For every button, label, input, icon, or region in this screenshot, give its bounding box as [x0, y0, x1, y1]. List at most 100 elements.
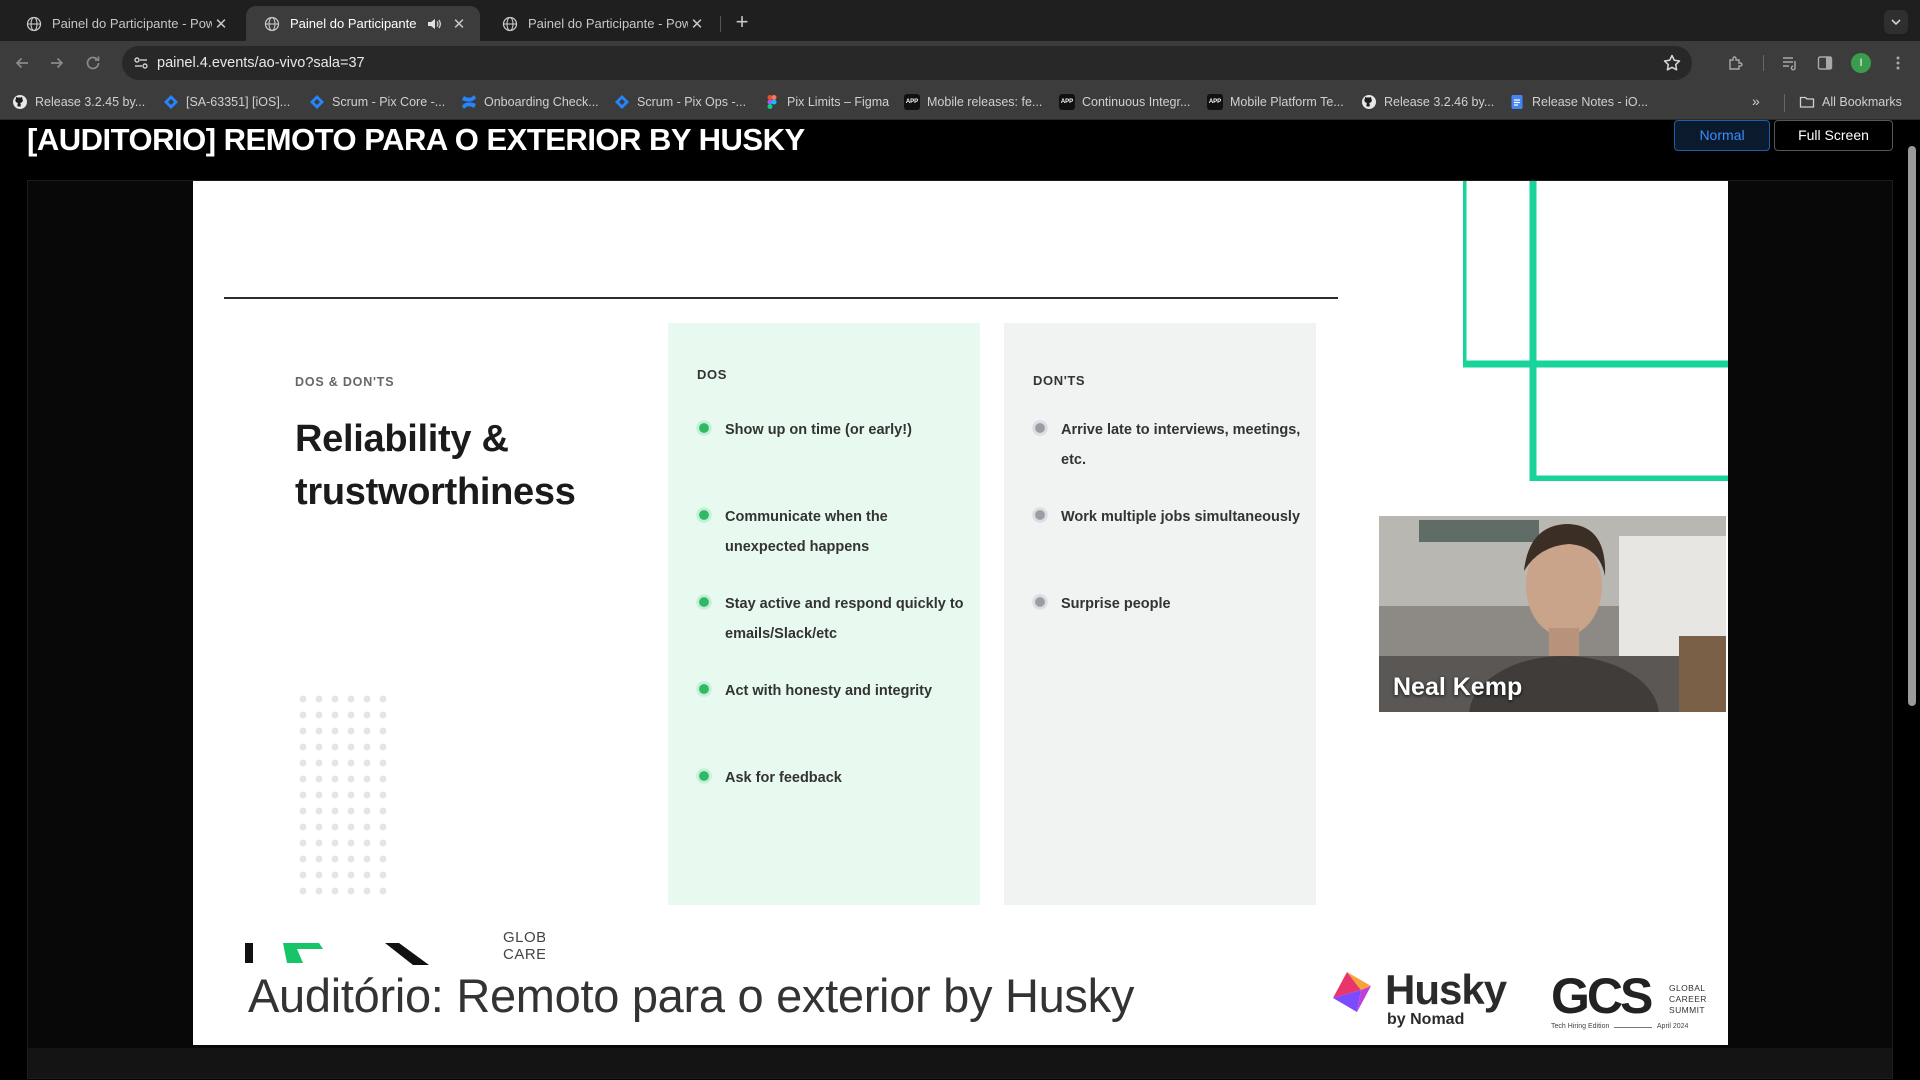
donts-title: DON'TS [1033, 373, 1086, 388]
bookmarks-divider [1784, 94, 1785, 112]
speaker-webcam: Neal Kemp [1379, 516, 1726, 712]
bookmark-item[interactable]: Scrum - Pix Core -... [309, 92, 445, 112]
close-tab-icon[interactable]: ✕ [450, 15, 468, 33]
global-career-text: GLOBAL CAREER [503, 929, 545, 963]
arrow-right-icon [51, 57, 64, 69]
husky-wordmark: Husky [1385, 966, 1507, 1013]
media-controls-button[interactable] [1780, 53, 1800, 73]
jira-icon [309, 94, 325, 110]
tab-search-button[interactable] [1884, 10, 1908, 34]
back-button[interactable] [9, 50, 35, 76]
bullet-icon [1035, 597, 1045, 607]
donts-panel: DON'TS Arrive late to interviews, meetin… [1004, 323, 1316, 905]
profile-avatar[interactable]: I [1851, 53, 1871, 73]
close-tab-icon[interactable]: ✕ [688, 15, 706, 33]
bullet-icon [699, 684, 709, 694]
bookmark-label: Release Notes - iO... [1532, 95, 1649, 109]
url-text: painel.4.events/ao-vivo?sala=37 [157, 55, 365, 71]
gcs-name: GLOBAL CAREER SUMMIT [1669, 983, 1707, 1015]
browser-tab-strip: Painel do Participante - Powe ✕ Painel d… [0, 0, 1920, 41]
new-tab-button[interactable]: + [728, 8, 756, 36]
bookmark-label: Scrum - Pix Core -... [332, 95, 446, 109]
bullet-icon [699, 423, 709, 433]
bookmark-label: Mobile Platform Te... [1230, 95, 1344, 109]
gcs-letters: GCS [1551, 968, 1653, 1024]
bookmarks-overflow-button[interactable]: » [1752, 93, 1760, 109]
video-player[interactable]: DOS & DON'TS Reliability & trustworthine… [27, 180, 1893, 1079]
reload-button[interactable] [80, 50, 106, 76]
tab-separator [720, 16, 721, 32]
dos-item: Communicate when the unexpected happens [697, 502, 967, 562]
app-icon: APP [1207, 94, 1223, 110]
normal-view-button[interactable]: Normal [1674, 120, 1770, 151]
player-control-bar[interactable] [28, 1048, 1892, 1078]
dos-item: Stay active and respond quickly to email… [697, 589, 967, 649]
scrollbar-thumb[interactable] [1908, 146, 1916, 706]
auditorium-title: Auditório: Remoto para o exterior by Hus… [248, 969, 1135, 1022]
jira-icon [614, 94, 630, 110]
bullet-icon [699, 597, 709, 607]
bookmark-item[interactable]: Onboarding Check... [461, 92, 599, 112]
folder-icon [1799, 94, 1815, 110]
app-icon: APP [904, 94, 920, 110]
site-info-icon[interactable] [132, 54, 150, 72]
slide-kicker: DOS & DON'TS [295, 375, 395, 389]
bookmark-item[interactable]: Release 3.2.45 by... [12, 92, 145, 112]
bookmark-item[interactable]: Scrum - Pix Ops -... [614, 92, 746, 112]
bookmarks-bar: Release 3.2.45 by... [SA-63351] [iOS]... S… [0, 84, 1920, 120]
full-screen-button[interactable]: Full Screen [1774, 120, 1893, 151]
bookmark-item[interactable]: Release Notes - iO... [1509, 92, 1648, 112]
bookmark-item[interactable]: Pix Limits – Figma [764, 92, 889, 112]
dos-item: Act with honesty and integrity [697, 676, 967, 706]
extensions-button[interactable] [1726, 53, 1746, 73]
browser-tab-active[interactable]: Painel do Participante - Po ✕ [246, 6, 480, 41]
presentation-slide: DOS & DON'TS Reliability & trustworthine… [193, 181, 1728, 1045]
app-icon: APP [1059, 94, 1075, 110]
speaker-icon[interactable] [426, 16, 442, 32]
browser-tab[interactable]: Painel do Participante - Powe ✕ [8, 6, 242, 41]
page-title: [AUDITORIO] REMOTO PARA O EXTERIOR BY HU… [27, 122, 805, 157]
dos-item: Show up on time (or early!) [697, 415, 967, 445]
github-icon [12, 94, 28, 110]
gcs-partial-logo [245, 943, 429, 965]
speaker-name: Neal Kemp [1393, 673, 1523, 701]
page-scrollbar[interactable] [1906, 126, 1918, 1076]
bullet-icon [1035, 423, 1045, 433]
bookmark-label: Onboarding Check... [484, 95, 599, 109]
partial-logo-strip: GLOBAL CAREER [245, 929, 545, 965]
bookmark-item[interactable]: [SA-63351] [iOS]... [163, 92, 290, 112]
globe-icon [26, 16, 42, 31]
all-bookmarks-button[interactable]: All Bookmarks [1799, 92, 1902, 112]
donts-item: Work multiple jobs simultaneously [1033, 502, 1303, 532]
forward-button[interactable] [44, 50, 70, 76]
tab-title: Painel do Participante - Po [290, 16, 420, 31]
address-bar[interactable]: painel.4.events/ao-vivo?sala=37 [122, 46, 1692, 80]
bullet-icon [1035, 510, 1045, 520]
bookmark-star-icon[interactable] [1662, 53, 1682, 73]
browser-tab[interactable]: Painel do Participante - Powe ✕ [484, 6, 718, 41]
bookmark-item[interactable]: APP Mobile Platform Te... [1207, 92, 1344, 112]
husky-logo: Husky by Nomad [1327, 966, 1527, 1036]
bullet-icon [699, 771, 709, 781]
side-panel-button[interactable] [1815, 53, 1835, 73]
browser-menu-button[interactable] [1888, 53, 1908, 73]
bookmark-label: Pix Limits – Figma [787, 95, 890, 109]
browser-toolbar: painel.4.events/ao-vivo?sala=37 I [0, 41, 1920, 84]
bookmark-item[interactable]: APP Continuous Integr... [1059, 92, 1190, 112]
bookmark-label: [SA-63351] [iOS]... [186, 95, 291, 109]
slide-heading: Reliability & trustworthiness [295, 418, 576, 513]
gcs-tag-text: Tech Hiring Edition [1551, 1023, 1610, 1030]
bookmark-label: Scrum - Pix Ops -... [637, 95, 747, 109]
dos-panel: DOS Show up on time (or early!) Communic… [668, 323, 980, 905]
figma-icon [764, 94, 780, 110]
gcs-tag-line [1614, 1027, 1653, 1028]
bookmark-item[interactable]: APP Mobile releases: fe... [904, 92, 1042, 112]
all-bookmarks-label: All Bookmarks [1822, 95, 1902, 109]
playlist-icon [1783, 57, 1796, 71]
close-tab-icon[interactable]: ✕ [212, 15, 230, 33]
bookmark-item[interactable]: Release 3.2.46 by... [1361, 92, 1494, 112]
puzzle-icon [1729, 56, 1743, 70]
slide-divider [224, 297, 1338, 299]
globe-icon [264, 16, 280, 31]
dos-title: DOS [697, 367, 727, 382]
